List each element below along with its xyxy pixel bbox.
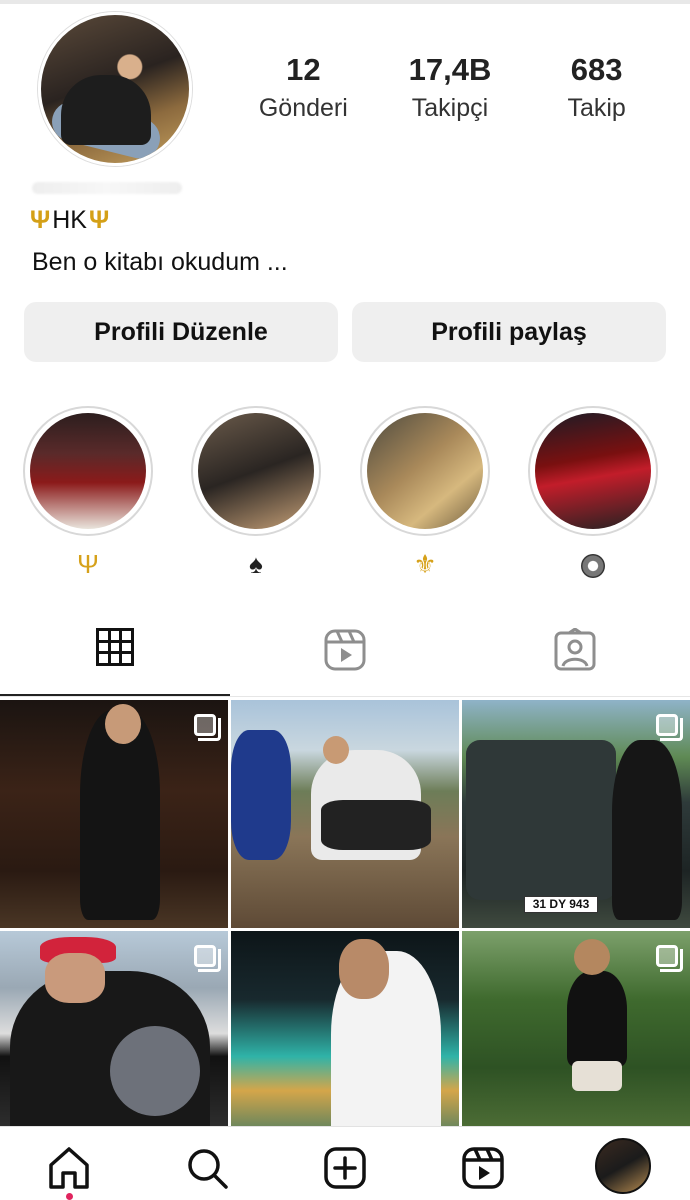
license-plate: 31 DY 943 [524, 896, 598, 913]
post-thumbnail[interactable] [0, 931, 228, 1159]
tab-divider [0, 696, 690, 697]
post-thumbnail[interactable]: 31 DY 943 [462, 700, 690, 928]
active-tab-indicator [0, 694, 230, 696]
reels-icon [462, 1147, 504, 1189]
story-highlight[interactable] [528, 406, 658, 579]
tab-reels[interactable] [230, 628, 460, 698]
highlight-cover [198, 413, 314, 529]
stat-followers[interactable]: 17,4B Takipçi [385, 52, 515, 123]
nav-create[interactable] [320, 1143, 370, 1193]
profile-bio: Ben o kitabı okudum ... [32, 248, 288, 276]
story-highlight[interactable]: ♠ [191, 406, 321, 578]
stat-posts-value: 12 [286, 52, 321, 87]
profile-name: Ψ HK Ψ [30, 206, 109, 235]
tab-posts-grid[interactable] [0, 628, 230, 698]
story-highlight[interactable]: Ψ [23, 406, 153, 578]
post-thumbnail[interactable] [0, 700, 228, 928]
notification-dot [66, 1193, 73, 1200]
highlight-cover [367, 413, 483, 529]
tab-tagged[interactable] [460, 628, 690, 698]
nav-reels[interactable] [458, 1143, 508, 1193]
circle-dot-icon [528, 550, 658, 579]
top-divider [0, 0, 690, 4]
trident-icon: Ψ [77, 549, 99, 579]
multiple-posts-icon [194, 714, 221, 741]
highlight-cover [30, 413, 146, 529]
multiple-posts-icon [656, 945, 683, 972]
trident-icon: Ψ [88, 206, 110, 234]
highlight-ring [528, 406, 658, 536]
spade-icon: ♠ [249, 549, 263, 579]
highlight-ring [191, 406, 321, 536]
fleur-de-lis-icon: ⚜ [413, 549, 437, 579]
grid-icon [96, 628, 134, 666]
bottom-navigation [0, 1126, 690, 1200]
trident-icon: Ψ [30, 206, 51, 234]
stat-following[interactable]: 683 Takip [532, 52, 662, 123]
nav-search[interactable] [182, 1143, 232, 1193]
post-thumbnail[interactable] [231, 700, 459, 928]
search-icon [188, 1149, 228, 1189]
profile-avatar-small [595, 1138, 651, 1194]
profile-page: 12 Gönderi 17,4B Takipçi 683 Takip Ψ HK … [0, 0, 690, 1200]
stat-followers-label: Takipçi [411, 94, 489, 122]
nav-profile[interactable] [594, 1137, 652, 1195]
stat-followers-value: 17,4B [408, 52, 492, 87]
nav-home[interactable] [44, 1143, 94, 1193]
redacted-username [32, 182, 182, 194]
home-icon [49, 1147, 89, 1189]
stat-following-label: Takip [567, 94, 626, 122]
stat-posts-label: Gönderi [258, 94, 348, 122]
tagged-user-icon [554, 628, 596, 671]
plus-square-icon [324, 1147, 366, 1189]
story-highlight[interactable]: ⚜ [360, 406, 490, 578]
profile-stats: 12 Gönderi 17,4B Takipçi 683 Takip [230, 52, 670, 123]
post-thumbnail[interactable] [462, 931, 690, 1159]
profile-name-text: HK [52, 206, 87, 234]
multiple-posts-icon [194, 945, 221, 972]
reels-icon [324, 629, 366, 671]
stat-posts[interactable]: 12 Gönderi [238, 52, 368, 123]
highlight-ring [360, 406, 490, 536]
highlight-cover [535, 413, 651, 529]
profile-avatar[interactable] [38, 12, 192, 166]
stat-following-value: 683 [570, 52, 623, 87]
post-thumbnail[interactable] [231, 931, 459, 1159]
multiple-posts-icon [656, 714, 683, 741]
edit-profile-button[interactable]: Profili Düzenle [24, 302, 338, 362]
highlight-ring [23, 406, 153, 536]
share-profile-button[interactable]: Profili paylaş [352, 302, 666, 362]
